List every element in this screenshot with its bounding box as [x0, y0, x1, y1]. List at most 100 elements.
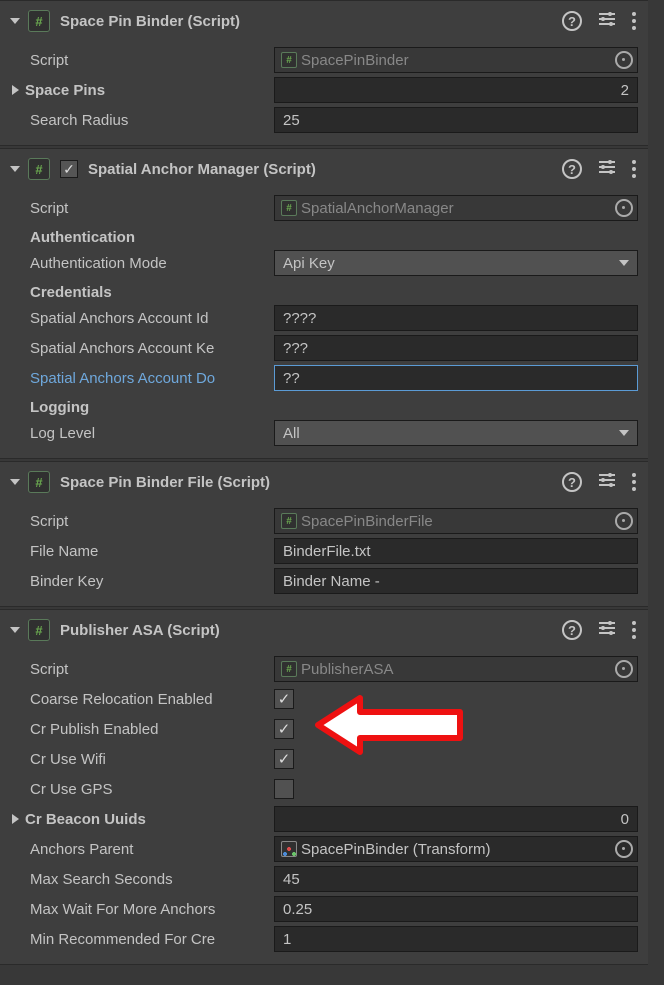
script-object-field[interactable]: # PublisherASA [274, 656, 638, 682]
object-picker-icon[interactable] [615, 199, 633, 217]
foldout-icon[interactable] [10, 18, 20, 24]
binder-key-label: Binder Key [4, 573, 274, 590]
cr-gps-row: Cr Use GPS [4, 774, 638, 804]
coarse-relocation-row: Coarse Relocation Enabled ✓ [4, 684, 638, 714]
script-type-icon: # [28, 619, 50, 641]
account-key-input[interactable] [274, 335, 638, 361]
script-name: SpacePinBinderFile [301, 513, 611, 530]
foldout-icon[interactable] [10, 479, 20, 485]
foldout-icon[interactable] [10, 627, 20, 633]
max-wait-row: Max Wait For More Anchors [4, 894, 638, 924]
script-name: PublisherASA [301, 661, 611, 678]
space-pins-count[interactable] [274, 77, 638, 103]
help-icon[interactable]: ? [562, 472, 582, 492]
cr-gps-label: Cr Use GPS [4, 781, 274, 798]
account-id-label: Spatial Anchors Account Id [4, 310, 274, 327]
min-recommended-row: Min Recommended For Cre [4, 924, 638, 954]
coarse-relocation-checkbox[interactable]: ✓ [274, 689, 294, 709]
context-menu-icon[interactable] [632, 160, 636, 178]
script-row: Script # PublisherASA [4, 654, 638, 684]
script-row: Script # SpacePinBinder [4, 45, 638, 75]
help-icon[interactable]: ? [562, 159, 582, 179]
cr-gps-checkbox[interactable] [274, 779, 294, 799]
space-pins-row: Space Pins [4, 75, 638, 105]
presets-icon[interactable] [598, 619, 616, 642]
script-icon: # [281, 200, 297, 216]
max-wait-input[interactable] [274, 896, 638, 922]
anchors-parent-value: SpacePinBinder (Transform) [301, 841, 611, 858]
script-type-icon: # [28, 158, 50, 180]
max-search-input[interactable] [274, 866, 638, 892]
log-level-dropdown[interactable]: All [274, 420, 638, 446]
cr-wifi-row: Cr Use Wifi ✓ [4, 744, 638, 774]
space-pins-label[interactable]: Space Pins [4, 82, 274, 99]
auth-mode-label: Authentication Mode [4, 255, 274, 272]
max-wait-label: Max Wait For More Anchors [4, 901, 274, 918]
search-radius-label: Search Radius [4, 112, 274, 129]
component-header[interactable]: # Publisher ASA (Script) ? [0, 610, 648, 650]
account-domain-input[interactable] [274, 365, 638, 391]
script-type-icon: # [28, 10, 50, 32]
script-object-field[interactable]: # SpacePinBinderFile [274, 508, 638, 534]
presets-icon[interactable] [598, 10, 616, 33]
search-radius-input[interactable] [274, 107, 638, 133]
file-name-input[interactable] [274, 538, 638, 564]
context-menu-icon[interactable] [632, 621, 636, 639]
cr-publish-checkbox[interactable]: ✓ [274, 719, 294, 739]
chevron-right-icon [12, 85, 19, 95]
object-picker-icon[interactable] [615, 51, 633, 69]
cr-beacon-count[interactable] [274, 806, 638, 832]
cr-publish-label: Cr Publish Enabled [4, 721, 274, 738]
transform-icon [281, 841, 297, 857]
component-header[interactable]: # Space Pin Binder (Script) ? [0, 1, 648, 41]
chevron-down-icon [619, 260, 629, 266]
logging-header: Logging [4, 393, 638, 418]
script-row: Script # SpacePinBinderFile [4, 506, 638, 536]
help-icon[interactable]: ? [562, 11, 582, 31]
component-space-pin-binder: # Space Pin Binder (Script) ? Script # S… [0, 0, 648, 146]
binder-key-input[interactable] [274, 568, 638, 594]
component-title: Publisher ASA (Script) [60, 622, 562, 639]
chevron-down-icon [619, 430, 629, 436]
object-picker-icon[interactable] [615, 660, 633, 678]
component-title: Spatial Anchor Manager (Script) [88, 161, 562, 178]
component-publisher-asa: # Publisher ASA (Script) ? Script # Publ… [0, 609, 648, 965]
chevron-right-icon [12, 814, 19, 824]
presets-icon[interactable] [598, 471, 616, 494]
script-object-field[interactable]: # SpacePinBinder [274, 47, 638, 73]
component-header[interactable]: # ✓ Spatial Anchor Manager (Script) ? [0, 149, 648, 189]
cr-beacon-label[interactable]: Cr Beacon Uuids [4, 811, 274, 828]
account-key-label: Spatial Anchors Account Ke [4, 340, 274, 357]
component-title: Space Pin Binder File (Script) [60, 474, 562, 491]
script-type-icon: # [28, 471, 50, 493]
object-picker-icon[interactable] [615, 512, 633, 530]
context-menu-icon[interactable] [632, 12, 636, 30]
search-radius-row: Search Radius [4, 105, 638, 135]
script-object-field[interactable]: # SpatialAnchorManager [274, 195, 638, 221]
component-header[interactable]: # Space Pin Binder File (Script) ? [0, 462, 648, 502]
component-enable-checkbox[interactable]: ✓ [60, 160, 78, 178]
cr-wifi-label: Cr Use Wifi [4, 751, 274, 768]
account-domain-row: Spatial Anchors Account Do [4, 363, 638, 393]
min-recommended-input[interactable] [274, 926, 638, 952]
cr-wifi-checkbox[interactable]: ✓ [274, 749, 294, 769]
script-name: SpacePinBinder [301, 52, 611, 69]
cr-publish-row: Cr Publish Enabled ✓ [4, 714, 638, 744]
object-picker-icon[interactable] [615, 840, 633, 858]
cr-beacon-row: Cr Beacon Uuids [4, 804, 638, 834]
presets-icon[interactable] [598, 158, 616, 181]
foldout-icon[interactable] [10, 166, 20, 172]
auth-mode-dropdown[interactable]: Api Key [274, 250, 638, 276]
account-key-row: Spatial Anchors Account Ke [4, 333, 638, 363]
script-name: SpatialAnchorManager [301, 200, 611, 217]
script-label: Script [4, 513, 274, 530]
account-domain-label: Spatial Anchors Account Do [4, 370, 274, 387]
file-name-label: File Name [4, 543, 274, 560]
max-search-row: Max Search Seconds [4, 864, 638, 894]
account-id-input[interactable] [274, 305, 638, 331]
component-title: Space Pin Binder (Script) [60, 13, 562, 30]
anchors-parent-field[interactable]: SpacePinBinder (Transform) [274, 836, 638, 862]
help-icon[interactable]: ? [562, 620, 582, 640]
account-id-row: Spatial Anchors Account Id [4, 303, 638, 333]
context-menu-icon[interactable] [632, 473, 636, 491]
